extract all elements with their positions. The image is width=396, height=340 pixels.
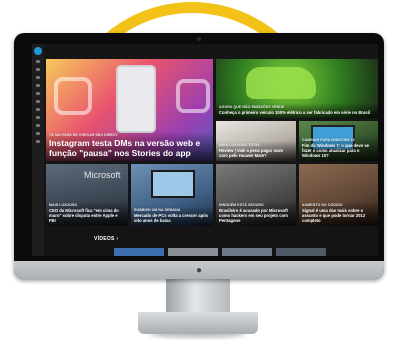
sidebar (32, 44, 44, 256)
article-headline[interactable]: Fim do Windows 7: o que deve se fazer e … (302, 143, 375, 158)
microsoft-logo-text: Microsoft (84, 170, 121, 180)
article-headline[interactable]: Review | Vale a pena pagar mais caro pel… (219, 148, 293, 158)
car-image (246, 67, 316, 99)
video-thumbnail[interactable] (276, 248, 326, 256)
article-tile[interactable]: Microsoft MAIS LUXUOSO CEO da Microsoft … (46, 164, 128, 226)
microsoft-logo: Microsoft (84, 170, 121, 180)
video-thumbnail[interactable] (168, 248, 218, 256)
nav-icon[interactable] (36, 140, 40, 143)
article-headline[interactable]: Brasileiro é acusado por Microsoft como … (219, 208, 293, 223)
monitor-frame: TÁ NA HORA DE CHECAR SEU DIRECT Instagra… (14, 33, 384, 279)
video-thumbnail[interactable] (114, 248, 164, 256)
nav-icon[interactable] (36, 76, 40, 79)
pc-image (151, 170, 195, 198)
article-headline[interactable]: Mercado de PCs volta a crescer após oito… (134, 213, 210, 223)
phone-image (116, 65, 156, 133)
article-tile[interactable]: MAIS LUXUOSO TOTAL Review | Vale a pena … (216, 121, 296, 161)
nav-icon[interactable] (36, 124, 40, 127)
article-headline[interactable]: CEO da Microsoft fica "em cima do muro" … (49, 208, 125, 223)
article-tile[interactable]: AUMENTO NO CÓDIGO Signal é uma das mais … (299, 164, 378, 226)
monitor-screen: TÁ NA HORA DE CHECAR SEU DIRECT Instagra… (32, 44, 378, 256)
article-tile[interactable]: CAMBIAR PARA WINDOWS 10 Fim do Windows 7… (299, 121, 378, 161)
instagram-icon (54, 77, 92, 115)
video-thumbnail[interactable] (222, 248, 272, 256)
article-headline[interactable]: Conheça o primeiro veículo 100% elétrico… (219, 110, 375, 115)
monitor-stand-base (138, 312, 258, 334)
nav-icon[interactable] (36, 132, 40, 135)
apple-icon: ● (195, 265, 203, 276)
nav-icon[interactable] (36, 84, 40, 87)
menu-icon[interactable] (36, 60, 40, 63)
nav-icon[interactable] (36, 92, 40, 95)
article-headline[interactable]: Signal é uma das mais sobre o assunto e … (302, 208, 375, 223)
logo-icon[interactable] (34, 47, 42, 55)
search-icon[interactable] (36, 68, 40, 71)
nav-icon[interactable] (36, 100, 40, 103)
article-tile[interactable]: AGORA QUE NÃO EMISSÕES VERDE Conheça o p… (216, 59, 378, 118)
nav-icon[interactable] (36, 108, 40, 111)
videos-section: VÍDEOS › (44, 228, 378, 256)
instagram-icon (176, 79, 210, 113)
videos-link[interactable]: VÍDEOS › (94, 236, 118, 242)
featured-article[interactable]: TÁ NA HORA DE CHECAR SEU DIRECT Instagra… (46, 59, 213, 161)
article-tile[interactable]: RUBBISH UM NA SEMANA Mercado de PCs volt… (131, 164, 213, 226)
camera-icon (197, 37, 201, 41)
article-tile[interactable]: NINGUÉM ESTÁ SEGURO Brasileiro é acusado… (216, 164, 296, 226)
settings-icon[interactable] (36, 116, 40, 119)
article-headline[interactable]: Instagram testa DMs na versão web e funç… (49, 138, 210, 158)
monitor-chin: ● (14, 261, 384, 279)
